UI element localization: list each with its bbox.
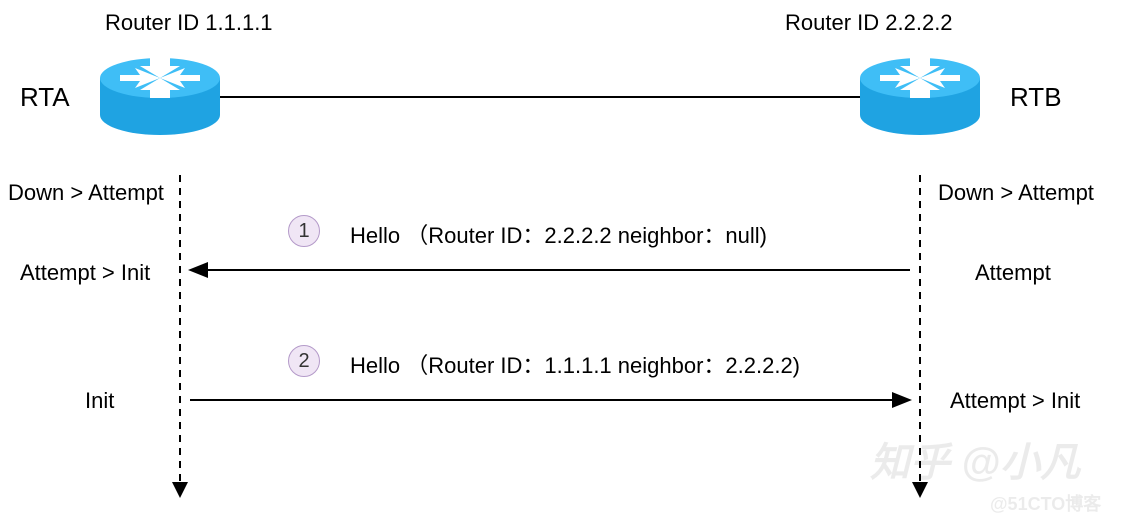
right-state-3: Attempt > Init bbox=[950, 388, 1080, 414]
timeline-right-arrow bbox=[912, 482, 928, 498]
step-2-badge: 2 bbox=[288, 345, 320, 377]
right-state-2: Attempt bbox=[975, 260, 1051, 286]
right-state-1: Down > Attempt bbox=[938, 180, 1094, 206]
left-state-2: Attempt > Init bbox=[20, 260, 150, 286]
msg1-arrowhead bbox=[188, 262, 208, 278]
diagram-canvas bbox=[0, 0, 1122, 518]
router-a-icon bbox=[100, 58, 220, 135]
msg2-text: Hello （Router ID：1.1.1.1 neighbor：2.2.2.… bbox=[350, 348, 800, 380]
router-a-id: Router ID 1.1.1.1 bbox=[105, 10, 273, 36]
router-a-name: RTA bbox=[20, 82, 70, 113]
router-b-name: RTB bbox=[1010, 82, 1062, 113]
step-1-badge: 1 bbox=[288, 215, 320, 247]
router-b-icon bbox=[860, 58, 980, 135]
left-state-1: Down > Attempt bbox=[8, 180, 164, 206]
msg1-text: Hello （Router ID：2.2.2.2 neighbor：null) bbox=[350, 218, 767, 250]
router-b-id: Router ID 2.2.2.2 bbox=[785, 10, 953, 36]
timeline-left-arrow bbox=[172, 482, 188, 498]
left-state-3: Init bbox=[85, 388, 114, 414]
msg2-arrowhead bbox=[892, 392, 912, 408]
